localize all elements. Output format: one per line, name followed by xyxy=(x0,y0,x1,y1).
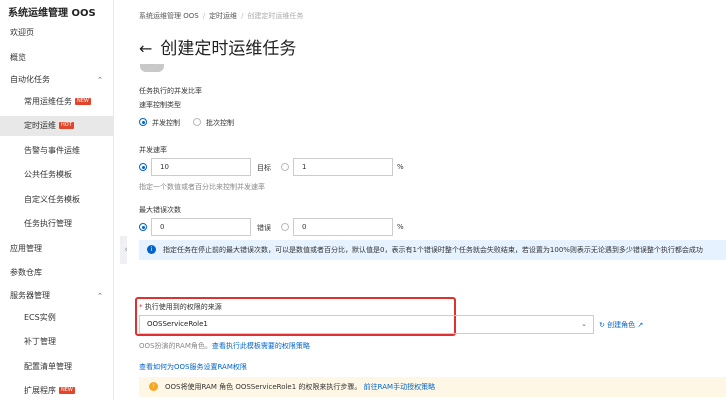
sidebar-item-custom-templates[interactable]: 自定义任务模板 xyxy=(0,190,113,210)
breadcrumb-home[interactable]: 系统运维管理 OOS xyxy=(139,12,199,20)
product-title: 系统运维管理 OOS xyxy=(8,8,96,19)
sidebar-group-server-management[interactable]: 服务器管理 ⌃ xyxy=(0,286,113,306)
speed-input[interactable]: 10 xyxy=(151,158,251,176)
sidebar-item-execution-management[interactable]: 任务执行管理 xyxy=(0,214,113,234)
max-error-input[interactable]: 0 xyxy=(151,218,251,236)
sidebar-item-welcome[interactable]: 欢迎页 xyxy=(0,23,113,43)
external-link-icon: ↗ xyxy=(637,321,644,329)
permission-label: * 执行使用到的权限的来源 xyxy=(139,303,222,311)
percent-sign: % xyxy=(397,163,404,171)
breadcrumb-current: 创建定时运维任务 xyxy=(247,12,304,20)
radio-target-percent[interactable] xyxy=(281,163,289,171)
sidebar: 系统运维管理 OOS 欢迎页 概览 自动化任务 ⌃ 常用运维任务 NEW 定时运维… xyxy=(0,0,114,400)
role-description: OOS扮演的RAM角色。查看执行此模板需要的权限策略 xyxy=(139,342,310,350)
radio-max-error-value[interactable] xyxy=(139,223,147,231)
new-badge: NEW xyxy=(75,98,91,105)
radio-concurrent-control[interactable] xyxy=(139,118,147,126)
speed-hint: 指定一个数值或者百分比来控制并发速率 xyxy=(139,183,265,191)
info-icon: i xyxy=(147,245,156,254)
error-percent-input[interactable]: 0 xyxy=(293,218,393,236)
sidebar-item-parameter-store[interactable]: 参数仓库 xyxy=(0,263,113,283)
sidebar-item-common-tasks[interactable]: 常用运维任务 NEW xyxy=(0,92,113,112)
speed-label: 并发速率 xyxy=(139,146,167,154)
rate-control-label: 速率控制类型 xyxy=(139,101,181,109)
sidebar-item-patch-management[interactable]: 补丁管理 xyxy=(0,332,113,352)
sidebar-item-alarm-event-ops[interactable]: 告警与事件运维 xyxy=(0,141,113,161)
new-badge: NEW xyxy=(59,387,75,394)
back-arrow-icon[interactable]: ← xyxy=(139,39,152,58)
sidebar-item-overview[interactable]: 概览 xyxy=(0,48,113,68)
breadcrumb: 系统运维管理 OOS / 定时运维 / 创建定时运维任务 xyxy=(139,12,304,20)
sidebar-item-ecs-instances[interactable]: ECS实例 xyxy=(0,308,113,328)
breadcrumb-scheduled-ops[interactable]: 定时运维 xyxy=(209,12,237,20)
sidebar-item-extensions[interactable]: 扩展程序 NEW xyxy=(0,381,113,401)
toggle-switch[interactable] xyxy=(140,64,164,72)
target-label: 目标 xyxy=(257,164,271,172)
sidebar-item-scheduled-ops[interactable]: 定时运维 HOT xyxy=(0,116,113,136)
radio-concurrent-label: 并发控制 xyxy=(152,119,180,127)
radio-speed-value[interactable] xyxy=(139,163,147,171)
page-title: ← 创建定时运维任务 xyxy=(139,39,297,59)
sidebar-item-inventory[interactable]: 配置清单管理 xyxy=(0,357,113,377)
main-content: 系统运维管理 OOS / 定时运维 / 创建定时运维任务 ← 创建定时运维任务 任务执行的… xyxy=(127,0,726,400)
concurrency-section-label: 任务执行的并发比率 xyxy=(139,87,202,95)
sidebar-group-automation[interactable]: 自动化任务 ⌃ xyxy=(0,70,113,90)
max-error-label: 最大错误次数 xyxy=(139,206,181,214)
hot-badge: HOT xyxy=(59,122,74,129)
sidebar-item-app-management[interactable]: 应用管理 xyxy=(0,239,113,259)
ram-role-select[interactable]: OOSServiceRole1 ⌄ xyxy=(139,315,594,334)
error-info-alert: i 指定任务在停止前的最大错误次数，可以是数值或者百分比，默认值是0，表示有1个… xyxy=(139,240,726,260)
create-role-link[interactable]: ↻ 创建角色 ↗ xyxy=(599,320,643,330)
warning-text: OOS将使用RAM 角色 OOSServiceRole1 的权限来执行步骤。 前… xyxy=(165,383,436,391)
error-label: 错误 xyxy=(257,224,271,232)
radio-batch-label: 批次控制 xyxy=(206,119,234,127)
sidebar-item-public-templates[interactable]: 公共任务模板 xyxy=(0,165,113,185)
permission-warning-alert: ! OOS将使用RAM 角色 OOSServiceRole1 的权限来执行步骤。… xyxy=(139,377,726,397)
warning-icon: ! xyxy=(149,382,158,391)
radio-error-percent[interactable] xyxy=(281,223,289,231)
refresh-icon[interactable]: ↻ xyxy=(599,321,605,329)
chevron-up-icon: ⌃ xyxy=(97,76,103,84)
error-percent-sign: % xyxy=(397,223,404,231)
radio-batch-control[interactable] xyxy=(193,118,201,126)
howto-ram-link[interactable]: 查看如何为OOS服务设置RAM权限 xyxy=(139,362,247,372)
policy-link[interactable]: 查看执行此模板需要的权限策略 xyxy=(212,342,310,350)
ram-authorize-link[interactable]: 前往RAM手动授权策略 xyxy=(364,383,435,391)
error-info-text: 指定任务在停止前的最大错误次数，可以是数值或者百分比，默认值是0，表示有1个错误… xyxy=(163,246,703,254)
chevron-down-icon: ⌄ xyxy=(581,320,587,328)
chevron-up-icon: ⌃ xyxy=(97,292,103,300)
target-input[interactable]: 1 xyxy=(293,158,393,176)
